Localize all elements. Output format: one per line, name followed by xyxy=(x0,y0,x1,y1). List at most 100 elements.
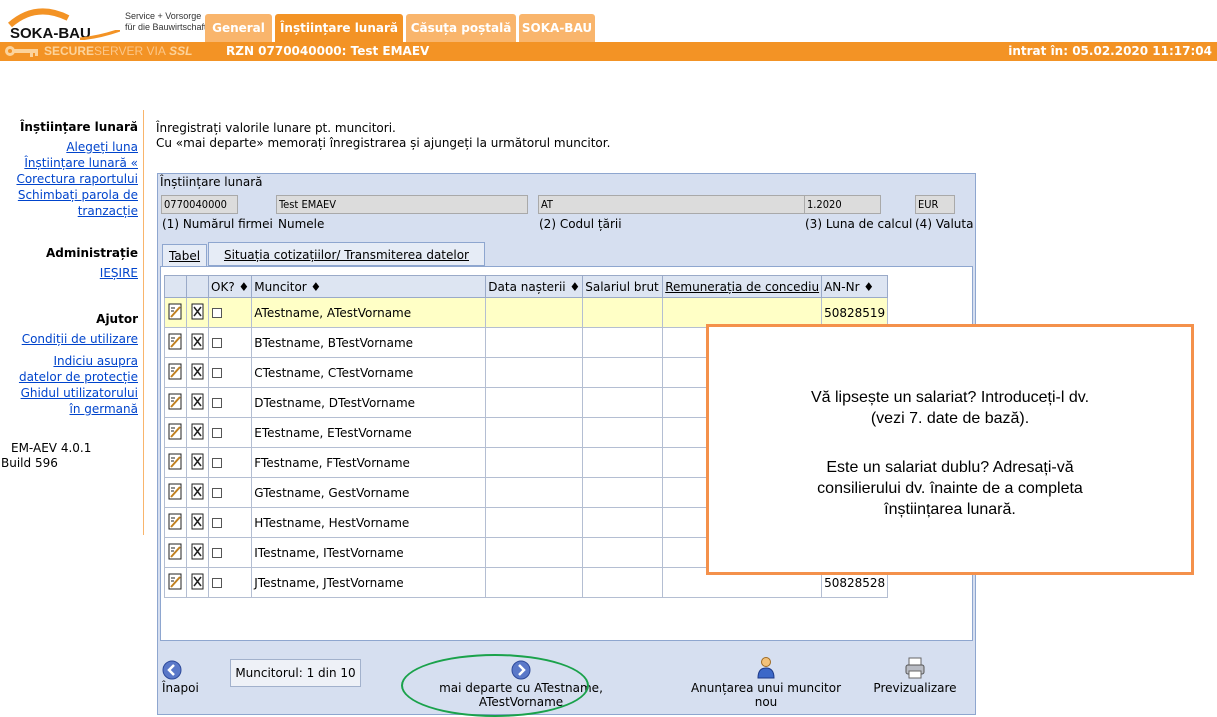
ok-checkbox[interactable] xyxy=(207,537,253,568)
back-button[interactable]: Înapoi xyxy=(162,660,199,695)
gross-salary-cell[interactable] xyxy=(582,387,664,418)
birth-date-cell[interactable] xyxy=(485,537,584,568)
birth-date-cell[interactable] xyxy=(485,447,584,478)
birth-date-cell[interactable] xyxy=(485,357,584,388)
gross-salary-cell[interactable] xyxy=(582,357,664,388)
col-vacation-pay[interactable]: Remunerația de concediu xyxy=(662,275,823,298)
delete-icon[interactable] xyxy=(186,417,209,448)
intro-line1: Înregistrați valorile lunare pt. muncito… xyxy=(156,121,396,135)
ok-checkbox[interactable] xyxy=(207,357,253,388)
edit-icon[interactable] xyxy=(164,417,187,448)
sidebar-item-protectie-date[interactable]: Indiciu asupra datelor de protecție xyxy=(0,353,140,385)
gross-salary-cell[interactable] xyxy=(582,537,664,568)
ok-checkbox[interactable] xyxy=(207,507,253,538)
ok-checkbox[interactable] xyxy=(207,567,253,598)
sidebar-item-schimbati-parola[interactable]: Schimbați parola de tranzacție xyxy=(0,187,140,219)
worker-name-cell: CTestname, CTestVorname xyxy=(251,357,487,388)
gross-salary-cell[interactable] xyxy=(582,477,664,508)
ssl-text: SSL xyxy=(169,44,193,58)
currency-field: EUR xyxy=(915,195,955,214)
birth-date-cell[interactable] xyxy=(485,297,584,328)
table-row[interactable]: ATestname, ATestVorname 50828519 xyxy=(164,297,889,328)
key-icon xyxy=(5,46,38,57)
gross-salary-cell[interactable] xyxy=(582,327,664,358)
edit-icon[interactable] xyxy=(164,297,187,328)
col-birth-date[interactable]: Data nașterii ♦ xyxy=(485,275,584,298)
edit-icon[interactable] xyxy=(164,357,187,388)
new-worker-button[interactable]: Anunțarea unui muncitor nou xyxy=(686,656,846,709)
app-header: SOKA-BAU Service + Vorsorge für die Bauw… xyxy=(0,0,1217,100)
ok-checkbox[interactable] xyxy=(207,297,253,328)
person-add-icon xyxy=(757,657,775,679)
subtab-situatia[interactable]: Situația cotizațiilor/ Transmiterea date… xyxy=(208,242,485,266)
ok-checkbox[interactable] xyxy=(207,417,253,448)
sidebar-item-corectura-raportului[interactable]: Corectura raportului xyxy=(0,171,140,187)
col-ok[interactable]: OK? ♦ xyxy=(207,275,253,298)
gross-salary-cell[interactable] xyxy=(582,417,664,448)
ok-checkbox[interactable] xyxy=(207,327,253,358)
edit-icon[interactable] xyxy=(164,327,187,358)
callout-line4: consilierului dv. înainte de a completa xyxy=(817,480,1083,497)
ok-checkbox[interactable] xyxy=(207,477,253,508)
sidebar-item-iesire[interactable]: IEȘIRE xyxy=(0,265,140,281)
worker-name-cell: HTestname, HestVorname xyxy=(251,507,487,538)
tagline-line1: Service + Vorsorge xyxy=(125,11,202,21)
tab-casuta-postala[interactable]: Căsuța poștală xyxy=(406,14,516,42)
delete-icon[interactable] xyxy=(186,507,209,538)
delete-icon[interactable] xyxy=(186,297,209,328)
col-worker[interactable]: Muncitor ♦ xyxy=(251,275,487,298)
vacation-pay-cell[interactable] xyxy=(662,297,823,328)
subtab-tabel[interactable]: Tabel xyxy=(162,244,208,266)
gross-salary-cell[interactable] xyxy=(582,567,664,598)
callout-line2: (vezi 7. date de bază). xyxy=(870,410,1030,427)
edit-icon[interactable] xyxy=(164,507,187,538)
col-an-nr[interactable]: AN-Nr ♦ xyxy=(821,275,889,298)
sidebar: Înștiințare lunară Alegeți luna Înștiinț… xyxy=(0,120,140,471)
sidebar-item-instiintare-lunara[interactable]: Înștiințare lunară « xyxy=(0,155,140,171)
delete-icon[interactable] xyxy=(186,357,209,388)
delete-icon[interactable] xyxy=(186,387,209,418)
delete-icon[interactable] xyxy=(186,567,209,598)
printer-icon xyxy=(905,657,925,679)
tab-soka-bau[interactable]: SOKA-BAU xyxy=(519,14,595,42)
callout-line5: înștiințarea lunară. xyxy=(884,501,1016,518)
sidebar-heading-ajutor: Ajutor xyxy=(96,312,138,326)
sidebar-item-ghid[interactable]: Ghidul utilizatorului în germană xyxy=(0,385,140,417)
soka-bau-logo[interactable]: SOKA-BAU xyxy=(6,8,120,42)
gross-salary-cell[interactable] xyxy=(582,447,664,478)
worker-name-cell: BTestname, BTestVorname xyxy=(251,327,487,358)
delete-icon[interactable] xyxy=(186,477,209,508)
preview-button[interactable]: Previzualizare xyxy=(870,656,960,695)
birth-date-cell[interactable] xyxy=(485,327,584,358)
sidebar-item-conditii[interactable]: Condiții de utilizare xyxy=(0,331,140,347)
edit-icon[interactable] xyxy=(164,447,187,478)
callout-paragraph2: Este un salariat dublu? Adresați-vă cons… xyxy=(709,457,1191,520)
version-info: EM-AEV 4.0.1 Build 596 xyxy=(0,441,140,471)
sidebar-item-alegeti-luna[interactable]: Alegeți luna xyxy=(0,139,140,155)
ok-checkbox[interactable] xyxy=(207,387,253,418)
col-edit xyxy=(164,275,187,298)
delete-icon[interactable] xyxy=(186,447,209,478)
gross-salary-cell[interactable] xyxy=(582,507,664,538)
ok-checkbox[interactable] xyxy=(207,447,253,478)
delete-icon[interactable] xyxy=(186,537,209,568)
callout-line3: Este un salariat dublu? Adresați-vă xyxy=(826,459,1074,476)
gross-salary-cell[interactable] xyxy=(582,297,664,328)
delete-icon[interactable] xyxy=(186,327,209,358)
edit-icon[interactable] xyxy=(164,387,187,418)
birth-date-cell[interactable] xyxy=(485,477,584,508)
edit-icon[interactable] xyxy=(164,537,187,568)
country-code-field: AT xyxy=(538,195,807,214)
tab-instiintare-lunara[interactable]: Înștiințare lunară xyxy=(275,14,403,42)
birth-date-cell[interactable] xyxy=(485,567,584,598)
worker-name-cell: FTestname, FTestVorname xyxy=(251,447,487,478)
col-delete xyxy=(186,275,209,298)
edit-icon[interactable] xyxy=(164,477,187,508)
birth-date-cell[interactable] xyxy=(485,417,584,448)
an-nr-cell: 50828519 xyxy=(821,297,889,328)
edit-icon[interactable] xyxy=(164,567,187,598)
firm-name-label: Numele xyxy=(278,217,325,231)
birth-date-cell[interactable] xyxy=(485,507,584,538)
tab-general[interactable]: General xyxy=(205,14,272,42)
birth-date-cell[interactable] xyxy=(485,387,584,418)
